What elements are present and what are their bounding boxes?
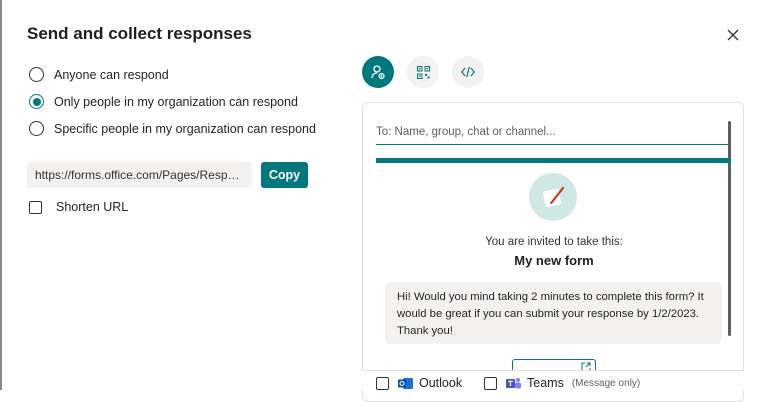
radio-button-selected[interactable] [29, 94, 44, 109]
message-line: Hi! Would you mind taking 2 minutes to c… [397, 291, 704, 303]
shorten-url-option[interactable]: Shorten URL [29, 200, 128, 214]
outlook-checkbox[interactable] [376, 376, 389, 390]
embed-code-icon [461, 66, 475, 78]
copy-button[interactable]: Copy [261, 162, 308, 188]
close-icon [727, 29, 739, 41]
forms-document-icon [542, 186, 565, 208]
qr-code-icon [416, 65, 430, 79]
form-icon [529, 173, 577, 221]
radio-button[interactable] [29, 67, 44, 82]
response-url-field[interactable]: https://forms.office.com/Pages/ResponseP… [27, 162, 252, 188]
teams-checkbox[interactable] [484, 376, 497, 390]
tab-qr-code[interactable] [407, 56, 439, 88]
tab-invite-people[interactable] [362, 56, 394, 88]
radio-button[interactable] [29, 121, 44, 136]
send-via-outlook[interactable]: Outlook [376, 376, 462, 390]
dialog-title: Send and collect responses [27, 24, 252, 43]
shorten-url-checkbox[interactable] [29, 200, 42, 214]
window-edge [0, 0, 2, 390]
radio-label: Only people in my organization can respo… [54, 94, 298, 109]
recipient-input[interactable]: To: Name, group, chat or channel... [376, 123, 731, 145]
outlook-icon [398, 377, 413, 389]
outlook-label: Outlook [419, 376, 463, 390]
message-line: Thank you! [397, 325, 453, 337]
tab-embed-code[interactable] [452, 56, 484, 88]
invite-panel: To: Name, group, chat or channel... You … [362, 102, 744, 402]
invite-people-icon [371, 65, 385, 80]
teams-note: (Message only) [571, 377, 641, 389]
message-line: would be great if you can submit your re… [397, 308, 700, 320]
invite-message[interactable]: Hi! Would you mind taking 2 minutes to c… [385, 282, 722, 344]
teams-label: Teams [527, 376, 564, 390]
radio-anyone[interactable]: Anyone can respond [29, 67, 169, 82]
close-button[interactable] [724, 26, 742, 44]
radio-organization[interactable]: Only people in my organization can respo… [29, 94, 298, 109]
invited-text: You are invited to take this: [485, 236, 623, 248]
radio-label: Specific people in my organization can r… [54, 121, 316, 136]
teams-icon [506, 377, 521, 388]
form-name: My new form [514, 253, 594, 268]
send-via-teams[interactable]: Teams (Message only) [484, 376, 640, 390]
shorten-url-label: Shorten URL [56, 200, 129, 214]
radio-dot [32, 97, 41, 106]
radio-label: Anyone can respond [54, 67, 169, 82]
panel-scrollbar[interactable] [728, 121, 731, 336]
preview-header-bar [376, 158, 731, 163]
radio-specific-people[interactable]: Specific people in my organization can r… [29, 121, 316, 136]
